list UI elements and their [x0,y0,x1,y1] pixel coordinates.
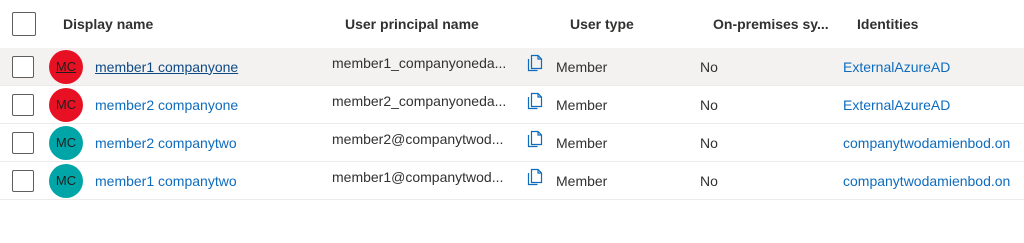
display-name-cell: MC member1 companytwo [48,162,328,199]
row-checkbox[interactable] [12,55,34,78]
copy-icon[interactable] [527,92,543,110]
table-row[interactable]: MC member1 companytwo member1@companytwo… [0,162,1024,200]
user-type: Member [556,134,608,151]
on-premises-sync-value: No [700,96,718,113]
user-display-name-link[interactable]: member1 companyone [95,59,238,75]
user-display-name-link[interactable]: member2 companytwo [95,135,237,151]
header-display-name[interactable]: Display name [63,0,343,48]
header-user-type[interactable]: User type [570,0,700,48]
identities-value: ExternalAzureAD [843,96,951,113]
user-principal-name: member2_companyoneda... [332,92,507,109]
table-row[interactable]: MC member2 companyone member2_companyone… [0,86,1024,124]
identities-value: ExternalAzureAD [843,58,951,75]
avatar: MC [49,125,83,160]
avatar: MC [49,87,83,122]
user-principal-name: member2@companytwod... [332,130,504,147]
user-type: Member [556,172,608,189]
on-premises-sync-value: No [700,58,718,75]
user-display-name-link[interactable]: member2 companyone [95,97,238,113]
avatar: MC [49,49,83,84]
identities-value: companytwodamienbod.on [843,134,1011,151]
table-row[interactable]: MC member2 companytwo member2@companytwo… [0,124,1024,162]
select-all-checkbox[interactable] [12,12,36,36]
identities-value: companytwodamienbod.on [843,172,1011,189]
user-principal-name: member1@companytwod... [332,168,504,185]
avatar-initials: MC [55,59,77,74]
upn-cell: member2_companyoneda... [332,86,522,123]
row-checkbox[interactable] [12,169,34,192]
upn-cell: member2@companytwod... [332,124,522,161]
copy-icon[interactable] [527,54,543,72]
user-display-name-link[interactable]: member1 companytwo [95,173,237,189]
upn-cell: member1@companytwod... [332,162,522,199]
on-premises-sync-value: No [700,134,718,151]
grid-header-row: Display name User principal name User ty… [0,0,1024,48]
copy-cell [527,124,549,161]
avatar: MC [49,163,83,198]
header-identities[interactable]: Identities [857,0,1024,48]
copy-cell [527,162,549,199]
copy-cell [527,48,549,85]
header-on-premises-sync[interactable]: On-premises sy... [713,0,848,48]
display-name-cell: MC member1 companyone [48,48,328,85]
copy-icon[interactable] [527,130,543,148]
row-checkbox[interactable] [12,93,34,116]
avatar-initials: MC [55,135,77,150]
display-name-cell: MC member2 companytwo [48,124,328,161]
user-type: Member [556,96,608,113]
on-premises-sync-value: No [700,172,718,189]
avatar-initials: MC [55,173,77,188]
row-checkbox[interactable] [12,131,34,154]
display-name-cell: MC member2 companyone [48,86,328,123]
table-row[interactable]: MC member1 companyone member1_companyone… [0,48,1024,86]
header-user-principal-name[interactable]: User principal name [345,0,535,48]
copy-cell [527,86,549,123]
users-grid: Display name User principal name User ty… [0,0,1024,200]
copy-icon[interactable] [527,168,543,186]
user-type: Member [556,58,608,75]
avatar-initials: MC [55,97,77,112]
upn-cell: member1_companyoneda... [332,48,522,85]
user-principal-name: member1_companyoneda... [332,54,507,71]
